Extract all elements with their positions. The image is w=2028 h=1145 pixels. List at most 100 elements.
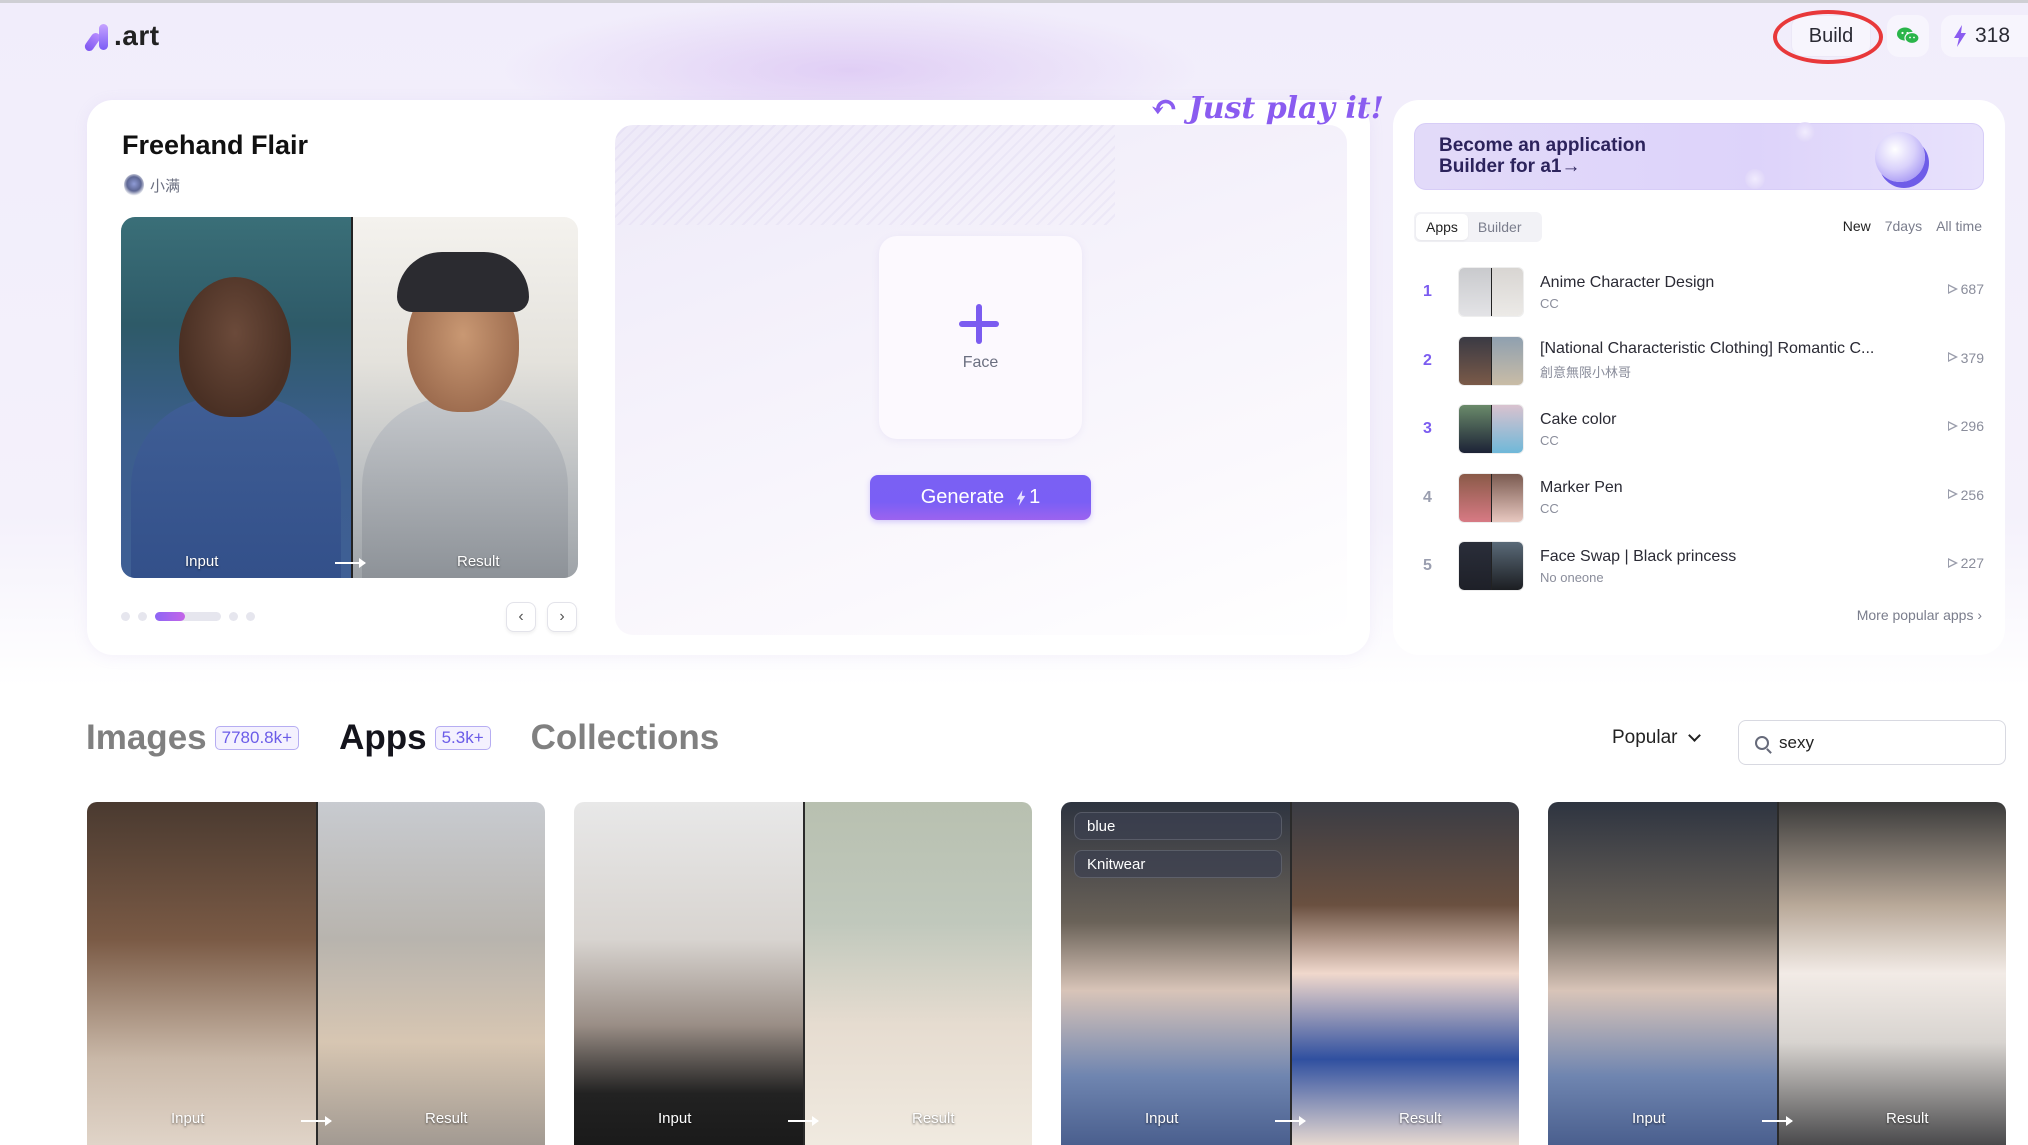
carousel-progress[interactable] (155, 612, 221, 621)
input-label: Input (658, 1110, 692, 1127)
carousel-dot[interactable] (246, 612, 255, 621)
tab-label: Images (86, 718, 207, 757)
app-author: No oneone (1540, 569, 1604, 585)
time-filter: New 7days All time (1843, 218, 1982, 234)
sort-label: Popular (1612, 727, 1678, 748)
filter-7days[interactable]: 7days (1885, 218, 1922, 234)
app-thumbnail (1458, 541, 1524, 592)
section-tabs: Images 7780.8k+ Apps 5.3k+ Collections (86, 718, 719, 758)
tab-apps[interactable]: Apps 5.3k+ (339, 718, 491, 758)
app-card[interactable]: Input Result (87, 802, 545, 1145)
input-image (574, 802, 803, 1145)
play-count: 379 (1947, 349, 1984, 366)
app-author: CC (1540, 295, 1559, 311)
logo-text: .art (114, 20, 160, 51)
next-button[interactable]: › (547, 602, 577, 632)
play-count-value: 227 (1960, 555, 1984, 571)
result-label: Result (912, 1110, 955, 1127)
app-name: [National Characteristic Clothing] Roman… (1540, 340, 1875, 358)
more-popular-apps-link[interactable]: More popular apps › (1857, 607, 1982, 623)
count-badge: 7780.8k+ (214, 726, 300, 750)
app-card[interactable]: Input Result (574, 802, 1032, 1145)
arrow-icon (335, 558, 366, 568)
app-card[interactable]: Input Result (1548, 802, 2006, 1145)
input-image (1548, 802, 1777, 1145)
generate-cost: 1 (1029, 486, 1041, 508)
credits-button[interactable]: 318 (1941, 15, 2028, 57)
panel-tabs: Apps Builder (1414, 212, 1542, 242)
play-icon (1947, 283, 1958, 295)
list-item[interactable]: 3 Cake color CC 296 (1414, 395, 1984, 464)
app-author: CC (1540, 432, 1559, 448)
filter-all-time[interactable]: All time (1936, 218, 1982, 234)
input-label: Input (171, 1110, 205, 1127)
featured-preview-image[interactable]: Input Result (121, 217, 578, 578)
just-play-text: Just play it! (1188, 90, 1384, 126)
carousel-dot[interactable] (121, 612, 130, 621)
app-name: Face Swap | Black princess (1540, 547, 1737, 565)
play-icon (1947, 557, 1958, 569)
ranking-list: 1 Anime Character Design CC 687 2 [Natio… (1414, 258, 1984, 601)
result-label: Result (1399, 1110, 1442, 1127)
result-image (352, 217, 578, 578)
credits-count: 318 (1975, 24, 2011, 47)
app-thumbnail (1458, 267, 1524, 318)
app-author[interactable]: 小满 (124, 174, 180, 196)
result-image (318, 802, 545, 1145)
image-divider (803, 802, 805, 1145)
tab-label: Apps (339, 718, 427, 757)
rank-number: 2 (1423, 351, 1432, 369)
app-card[interactable]: blue Knitwear Input Result (1061, 802, 1519, 1145)
plus-icon (959, 304, 999, 344)
list-item[interactable]: 2 [National Characteristic Clothing] Rom… (1414, 327, 1984, 396)
carousel-dot[interactable] (138, 612, 147, 621)
play-count-value: 256 (1960, 486, 1984, 503)
rank-number: 4 (1423, 488, 1432, 506)
search-input[interactable] (1779, 732, 1979, 753)
count-badge: 5.3k+ (434, 726, 491, 750)
curved-arrow-icon: ↶ (1150, 88, 1179, 128)
face-upload-box[interactable]: Face (879, 236, 1082, 439)
become-builder-banner[interactable]: Become an application Builder for a1→ (1414, 122, 1984, 190)
carousel-dot[interactable] (229, 612, 238, 621)
build-button[interactable]: Build (1791, 15, 1871, 57)
play-count-value: 296 (1960, 418, 1984, 434)
lightning-icon (1016, 489, 1026, 506)
list-item[interactable]: 1 Anime Character Design CC 687 (1414, 258, 1984, 327)
image-divider (1777, 802, 1779, 1145)
coin-icon (1745, 169, 1765, 189)
filter-new[interactable]: New (1843, 218, 1871, 234)
tab-collections[interactable]: Collections (531, 718, 720, 758)
app-name: Marker Pen (1540, 479, 1623, 497)
rank-number: 5 (1423, 557, 1432, 575)
search-box (1738, 720, 2006, 765)
tab-apps[interactable]: Apps (1416, 214, 1468, 240)
prev-button[interactable]: ‹ (506, 602, 536, 632)
tab-label: Collections (530, 718, 720, 757)
result-image (1779, 802, 2006, 1145)
coin-stack-icon (1875, 132, 1925, 182)
logo[interactable]: .art (83, 20, 160, 53)
input-image (87, 802, 316, 1145)
coin-icon (1795, 122, 1815, 142)
arrow-icon (1275, 1116, 1306, 1126)
image-divider (351, 217, 353, 578)
chevron-down-icon (1687, 729, 1701, 742)
wechat-icon (1897, 27, 1920, 45)
wechat-button[interactable] (1887, 15, 1929, 57)
tab-images[interactable]: Images 7780.8k+ (86, 718, 300, 758)
banner-line-1: Become an application (1439, 135, 1646, 156)
list-item[interactable]: 4 Marker Pen CC 256 (1414, 464, 1984, 533)
tab-builder[interactable]: Builder (1468, 214, 1532, 240)
sort-dropdown[interactable]: Popular (1612, 727, 1701, 749)
banner-line-2: Builder for a1→ (1439, 156, 1581, 177)
rank-number: 1 (1423, 283, 1432, 301)
play-count: 227 (1947, 555, 1984, 571)
generate-button[interactable]: Generate 1 (870, 475, 1091, 520)
app-name: Cake color (1540, 410, 1617, 428)
list-item[interactable]: 5 Face Swap | Black princess No oneone 2… (1414, 532, 1984, 601)
carousel-indicator (121, 612, 255, 621)
play-count-value: 379 (1960, 349, 1984, 366)
arrow-icon (1762, 1116, 1793, 1126)
carousel-progress-fill (155, 612, 185, 621)
